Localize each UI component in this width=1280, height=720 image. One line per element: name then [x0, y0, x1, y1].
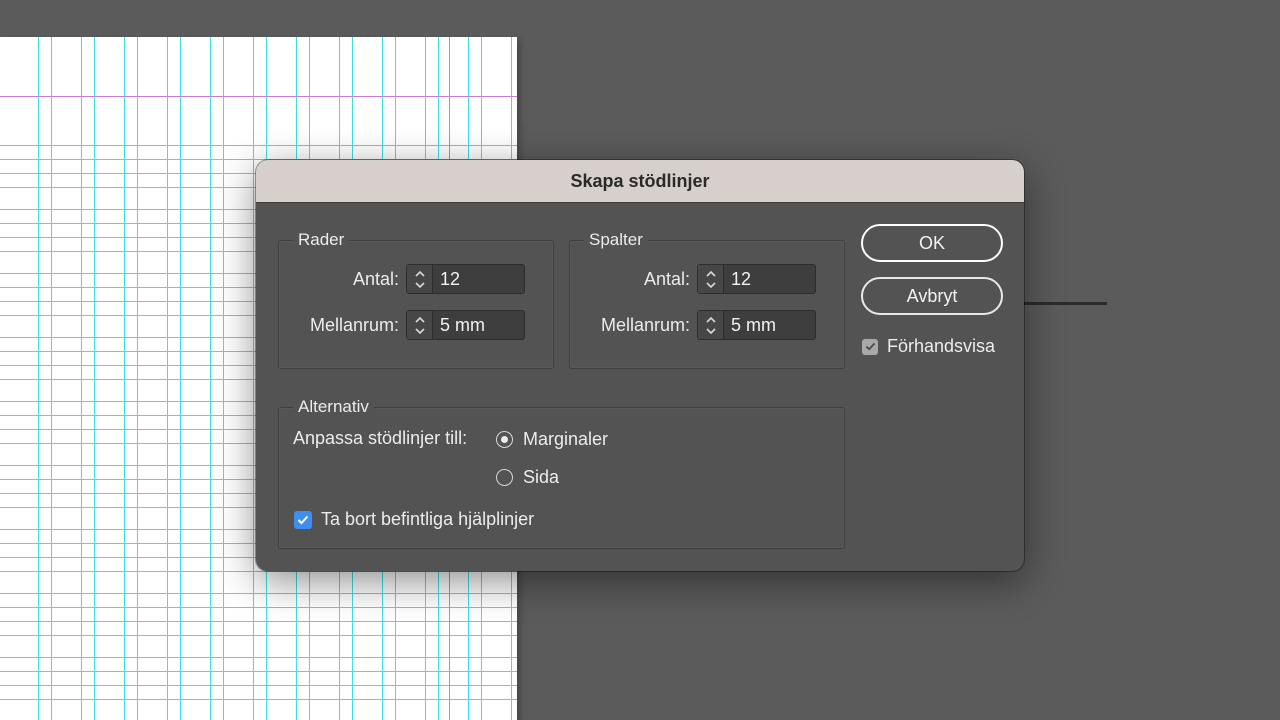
checkmark-icon — [865, 342, 875, 351]
columns-gutter-arrows[interactable] — [698, 311, 724, 339]
columns-count-stepper — [697, 264, 816, 294]
rows-count-label: Antal: — [352, 269, 399, 289]
preview-checkbox[interactable] — [862, 338, 878, 355]
pasteboard-line[interactable] — [1022, 302, 1107, 305]
cancel-button[interactable]: Avbryt — [861, 277, 1003, 315]
create-guides-dialog: Skapa stödlinjer Rader Antal: Mellanrum:… — [256, 160, 1024, 571]
columns-gutter-label: Mellanrum: — [600, 315, 690, 335]
columns-group-title: Spalter — [584, 230, 648, 250]
rows-count-input[interactable] — [433, 265, 524, 293]
dialog-titlebar[interactable]: Skapa stödlinjer — [256, 160, 1024, 203]
columns-count-arrows[interactable] — [698, 265, 724, 293]
chevron-down-icon[interactable] — [705, 281, 717, 289]
radio-page-label: Sida — [523, 467, 560, 487]
rows-gutter-label: Mellanrum: — [309, 315, 399, 335]
remove-existing-guides[interactable]: Ta bort befintliga hjälplinjer — [294, 509, 534, 530]
columns-count-label: Antal: — [643, 269, 690, 289]
columns-group: Spalter Antal: Mellanrum: — [569, 230, 845, 369]
remove-existing-checkbox[interactable] — [294, 510, 312, 529]
radio-page-button[interactable] — [496, 469, 513, 486]
chevron-down-icon[interactable] — [414, 327, 426, 335]
radio-margins-button[interactable] — [496, 431, 513, 448]
rows-group-title: Rader — [293, 230, 350, 250]
chevron-up-icon[interactable] — [705, 270, 717, 278]
fit-guides-label: Anpassa stödlinjer till: — [293, 428, 468, 448]
chevron-down-icon[interactable] — [414, 281, 426, 289]
columns-count-input[interactable] — [724, 265, 815, 293]
options-group-title: Alternativ — [293, 397, 374, 417]
rows-gutter-input[interactable] — [433, 311, 524, 339]
dialog-title: Skapa stödlinjer — [570, 170, 710, 191]
preview-label: Förhandsvisa — [887, 336, 996, 356]
ok-button[interactable]: OK — [861, 224, 1003, 262]
columns-gutter-stepper — [697, 310, 816, 340]
chevron-up-icon[interactable] — [705, 316, 717, 324]
rows-gutter-arrows[interactable] — [407, 311, 433, 339]
chevron-down-icon[interactable] — [705, 327, 717, 335]
radio-selected-dot — [501, 436, 508, 443]
columns-gutter-input[interactable] — [724, 311, 815, 339]
preview-toggle[interactable]: Förhandsvisa — [862, 336, 995, 357]
chevron-up-icon[interactable] — [414, 270, 426, 278]
rows-count-stepper — [406, 264, 525, 294]
chevron-up-icon[interactable] — [414, 316, 426, 324]
checkmark-icon — [297, 515, 309, 524]
remove-existing-label: Ta bort befintliga hjälplinjer — [321, 509, 535, 529]
rows-count-arrows[interactable] — [407, 265, 433, 293]
rows-group: Rader Antal: Mellanrum: — [278, 230, 554, 369]
options-group: Alternativ Anpassa stödlinjer till: Marg… — [278, 397, 845, 549]
radio-margins-label: Marginaler — [523, 429, 609, 449]
radio-margins[interactable]: Marginaler — [496, 429, 608, 450]
radio-page[interactable]: Sida — [496, 467, 559, 488]
rows-gutter-stepper — [406, 310, 525, 340]
